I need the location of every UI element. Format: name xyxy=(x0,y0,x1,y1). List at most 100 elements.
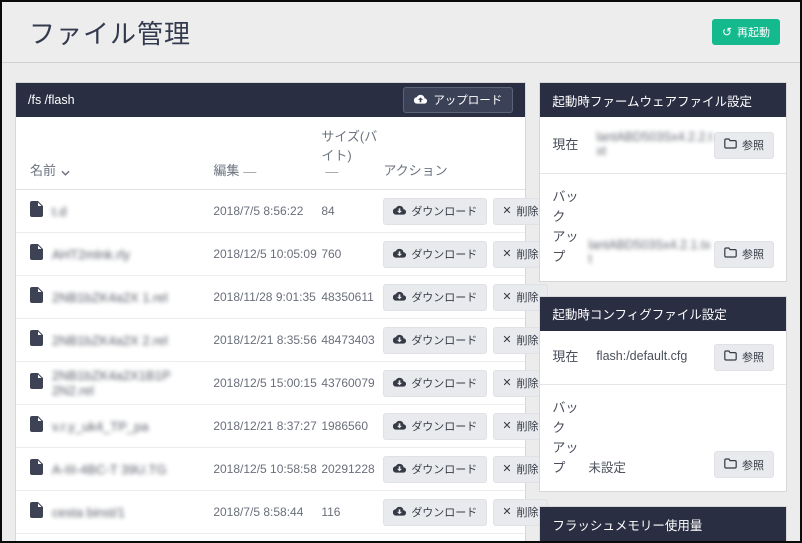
file-edited: 2018/12/5 10:58:58 xyxy=(213,462,321,476)
delete-icon: ✕ xyxy=(502,206,511,217)
delete-button-label: 削除 xyxy=(517,375,539,391)
file-edited: 2018/12/5 15:00:15 xyxy=(213,376,321,390)
file-name: 2NB1bZK4a2X 1.rel xyxy=(52,290,168,305)
file-icon xyxy=(30,459,43,480)
download-button-label: ダウンロード xyxy=(411,504,477,520)
file-size: 48350611 xyxy=(321,290,383,304)
settings-column: 起動時ファームウェアファイル設定 現在 lantABD503Sx4.2.2.tx… xyxy=(539,82,787,543)
cloud-download-icon xyxy=(393,463,406,476)
file-size: 43760079 xyxy=(321,376,383,390)
backup-label: バックアップ xyxy=(552,398,588,479)
file-size: 48473403 xyxy=(321,333,383,347)
column-header-actions: アクション xyxy=(383,163,447,178)
firmware-current-browse-button[interactable]: 参照 xyxy=(714,132,774,159)
folder-icon xyxy=(724,458,737,472)
file-size: 84 xyxy=(321,204,383,218)
column-header-size[interactable]: サイズ(バイト) — xyxy=(321,126,383,179)
chevron-down-icon xyxy=(61,164,70,179)
file-table-header: 名前 編集 — サイズ(バイト) — xyxy=(16,117,525,190)
firmware-backup-value: lantABD503Sx4.2.1.txt xyxy=(588,238,714,268)
file-edited: 2018/12/21 8:37:27 xyxy=(213,419,321,433)
download-button-label: ダウンロード xyxy=(411,461,477,477)
config-backup-row: バックアップ 未設定 参照 xyxy=(540,385,786,492)
table-row: cesta binst/1 2018/7/5 8:58:44 116 ダウンロー… xyxy=(16,491,525,534)
firmware-backup-browse-button[interactable]: 参照 xyxy=(714,241,774,268)
delete-icon: ✕ xyxy=(502,507,511,518)
config-current-value: flash:/default.cfg xyxy=(596,349,714,365)
download-button-label: ダウンロード xyxy=(411,246,477,262)
config-backup-value: 未設定 xyxy=(588,457,714,478)
content-area: /fs /flash アップロード 名前 xyxy=(2,63,800,543)
table-row: 2NB1bZK4a2X 1.rel 2018/11/28 9:01:35 483… xyxy=(16,276,525,319)
delete-button-label: 削除 xyxy=(517,289,539,305)
cloud-download-icon xyxy=(393,205,406,218)
cloud-download-icon xyxy=(393,377,406,390)
config-backup-browse-button[interactable]: 参照 xyxy=(714,451,774,478)
cloud-download-icon xyxy=(393,334,406,347)
download-button[interactable]: ダウンロード xyxy=(383,370,487,397)
backup-label: バックアップ xyxy=(552,187,588,268)
file-name: 2NB1bZK4a2X 2.rel xyxy=(52,333,168,348)
file-name: v.r.y_uk4_TP_pa xyxy=(52,419,149,434)
download-button-label: ダウンロード xyxy=(411,418,477,434)
file-edited: 2018/12/5 10:05:09 xyxy=(213,247,321,261)
upload-button-label: アップロード xyxy=(433,92,502,108)
download-button[interactable]: ダウンロード xyxy=(383,456,487,483)
cloud-upload-icon xyxy=(414,94,427,107)
restart-icon: ↺ xyxy=(722,26,732,38)
download-button[interactable]: ダウンロード xyxy=(383,198,487,225)
cloud-download-icon xyxy=(393,248,406,261)
cloud-download-icon xyxy=(393,420,406,433)
download-button-label: ダウンロード xyxy=(411,203,477,219)
delete-button-label: 削除 xyxy=(517,246,539,262)
file-edited: 2018/7/5 8:56:22 xyxy=(213,204,321,218)
file-name: A-III-4BC-T 39U.TG xyxy=(52,462,167,477)
upload-button[interactable]: アップロード xyxy=(403,87,513,113)
download-button-label: ダウンロード xyxy=(411,375,477,391)
title-bar: ファイル管理 ↺ 再起動 xyxy=(2,2,800,63)
config-settings-panel: 起動時コンフィグファイル設定 現在 flash:/default.cfg 参照 … xyxy=(539,296,787,493)
delete-button-label: 削除 xyxy=(517,504,539,520)
file-manager-panel: /fs /flash アップロード 名前 xyxy=(15,82,526,543)
file-table-body: t.d 2018/7/5 8:56:22 84 ダウンロード ✕ xyxy=(16,190,525,543)
delete-icon: ✕ xyxy=(502,421,511,432)
sort-dash-icon: — xyxy=(325,164,338,179)
download-button[interactable]: ダウンロード xyxy=(383,241,487,268)
restart-button[interactable]: ↺ 再起動 xyxy=(712,19,780,45)
delete-button-label: 削除 xyxy=(517,418,539,434)
download-button[interactable]: ダウンロード xyxy=(383,413,487,440)
file-size: 116 xyxy=(321,505,383,519)
delete-button-label: 削除 xyxy=(517,203,539,219)
cloud-download-icon xyxy=(393,506,406,519)
page-title: ファイル管理 xyxy=(29,14,712,51)
download-button[interactable]: ダウンロード xyxy=(383,284,487,311)
file-icon xyxy=(30,373,43,394)
download-button-label: ダウンロード xyxy=(411,332,477,348)
file-name: AHT2mlnk.rly xyxy=(52,247,130,262)
browse-button-label: 参照 xyxy=(742,246,764,262)
delete-button-label: 削除 xyxy=(517,332,539,348)
column-header-edited[interactable]: 編集 — xyxy=(213,160,256,179)
file-size: 1986560 xyxy=(321,419,383,433)
delete-icon: ✕ xyxy=(502,335,511,346)
config-current-browse-button[interactable]: 参照 xyxy=(714,344,774,371)
file-edited: 2018/11/28 9:01:35 xyxy=(213,290,321,304)
table-row: v.r.y_uk4_TP_pa 2018/12/21 8:37:27 19865… xyxy=(16,405,525,448)
column-header-name[interactable]: 名前 xyxy=(30,160,70,179)
file-name: 2NB1bZK4a2X1B1P 2N2.rel xyxy=(52,368,213,398)
delete-button-label: 削除 xyxy=(517,461,539,477)
table-row: 2NB1bZK4a2X 2.rel 2018/12/21 8:35:56 484… xyxy=(16,319,525,362)
firmware-backup-row: バックアップ lantABD503Sx4.2.1.txt 参照 xyxy=(540,174,786,281)
firmware-settings-panel: 起動時ファームウェアファイル設定 現在 lantABD503Sx4.2.2.tx… xyxy=(539,82,787,282)
firmware-panel-title: 起動時ファームウェアファイル設定 xyxy=(540,83,786,117)
table-row: A-III-4BC-T 39U.TG 2018/12/5 10:58:58 20… xyxy=(16,448,525,491)
file-name: t.d xyxy=(52,204,66,219)
download-button[interactable]: ダウンロード xyxy=(383,499,487,526)
config-panel-title: 起動時コンフィグファイル設定 xyxy=(540,297,786,331)
file-icon xyxy=(30,244,43,265)
download-button[interactable]: ダウンロード xyxy=(383,327,487,354)
page: ファイル管理 ↺ 再起動 /fs /flash アップロード xyxy=(0,0,802,543)
current-label: 現在 xyxy=(552,347,596,367)
file-icon xyxy=(30,201,43,222)
table-row: t.d 2018/7/5 8:56:22 84 ダウンロード ✕ xyxy=(16,190,525,233)
